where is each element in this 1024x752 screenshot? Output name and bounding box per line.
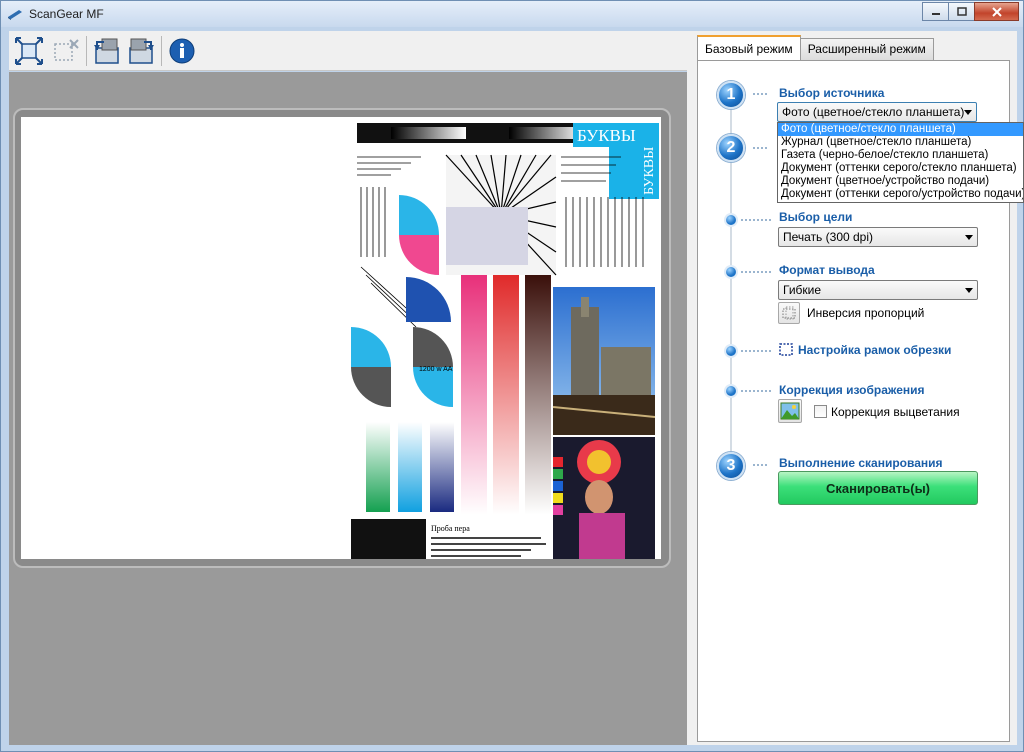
target-select-value: Печать (300 dpi) (783, 230, 874, 244)
correction-dots (741, 390, 771, 392)
source-select[interactable]: Фото (цветное/стекло планшета) (777, 102, 977, 122)
mode-tabs: Базовый режим Расширенный режим (697, 35, 934, 60)
image-correction-button[interactable] (778, 399, 802, 423)
window-title: ScanGear MF (29, 7, 104, 21)
auto-crop-button[interactable] (13, 35, 45, 67)
step-1-dots (753, 93, 767, 95)
invert-aspect-icon (782, 306, 796, 320)
source-select-title: Выбор источника (779, 86, 885, 100)
test-chart-image: БУКВЫ БУКВЫ 1200 w AA Проба пера (351, 117, 661, 559)
minimize-icon (931, 12, 940, 15)
app-window: ScanGear MF БУКВЫ БУКВЫ 1200 w AA Проба … (0, 0, 1024, 752)
crop-frame-icon (779, 343, 793, 356)
invert-aspect-button[interactable] (778, 302, 800, 324)
perform-scan-title: Выполнение сканирования (779, 456, 943, 470)
output-format-select[interactable]: Гибкие (778, 280, 978, 300)
remove-crop-icon (54, 39, 79, 61)
step-2-badge: 2 (717, 134, 745, 162)
info-button[interactable] (166, 35, 198, 67)
scangear-app-icon (8, 10, 22, 20)
step-3-dots (753, 464, 767, 466)
source-select-value: Фото (цветное/стекло планшета) (782, 105, 965, 119)
toolbar-separator (161, 36, 162, 66)
crop-frame-settings-link[interactable]: Настройка рамок обрезки (798, 343, 951, 357)
tab-advanced-mode[interactable]: Расширенный режим (799, 38, 934, 60)
close-button[interactable] (974, 2, 1019, 21)
source-option[interactable]: Документ (оттенки серого/устройство пода… (778, 188, 1023, 201)
target-dots (741, 219, 771, 221)
crop-bullet (726, 346, 736, 356)
output-format-title: Формат вывода (779, 263, 875, 277)
step-3-badge: 3 (717, 452, 745, 480)
chart-label-resolution: 1200 w AA (419, 366, 453, 373)
target-select[interactable]: Печать (300 dpi) (778, 227, 978, 247)
source-option[interactable]: Журнал (цветное/стекло планшета) (778, 136, 1023, 149)
step-2-dots (753, 147, 767, 149)
output-format-value: Гибкие (783, 283, 822, 297)
image-correction-title: Коррекция изображения (779, 383, 925, 397)
rotate-right-icon (129, 38, 154, 64)
chevron-down-icon (965, 288, 973, 293)
output-bullet (726, 267, 736, 277)
step-1-badge: 1 (717, 81, 745, 109)
source-dropdown-list[interactable]: Фото (цветное/стекло планшета) Журнал (ц… (777, 122, 1024, 203)
output-dots (741, 271, 771, 273)
chart-label-pen-test: Проба пера (431, 524, 470, 533)
landscape-image-icon (780, 402, 800, 420)
info-icon (169, 38, 195, 64)
chart-label-bukvy-vertical: БУКВЫ (642, 147, 657, 195)
maximize-icon (956, 7, 967, 16)
preview-toolbar (9, 31, 687, 71)
close-icon (991, 6, 1002, 17)
chevron-down-icon (965, 235, 973, 240)
crop-dots (741, 350, 771, 352)
rotate-right-button[interactable] (125, 35, 157, 67)
maximize-button[interactable] (948, 2, 975, 21)
target-bullet (726, 215, 736, 225)
correction-bullet (726, 386, 736, 396)
window-controls (922, 2, 1019, 21)
auto-crop-icon (15, 37, 43, 65)
source-option[interactable]: Документ (оттенки серого/стекло планшета… (778, 162, 1023, 175)
source-option[interactable]: Документ (цветное/устройство подачи) (778, 175, 1023, 188)
source-option[interactable]: Фото (цветное/стекло планшета) (778, 123, 1023, 136)
scan-button[interactable]: Сканировать(ы) (778, 471, 978, 505)
rotate-left-icon (94, 38, 119, 64)
rotate-left-button[interactable] (91, 35, 123, 67)
remove-crop-button[interactable] (49, 35, 81, 67)
chevron-down-icon (964, 110, 972, 115)
scan-button-label: Сканировать(ы) (825, 480, 931, 496)
fade-correction-checkbox[interactable] (814, 405, 827, 418)
title-bar[interactable]: ScanGear MF (1, 1, 1023, 27)
toolbar-separator (86, 36, 87, 66)
fade-correction-label: Коррекция выцветания (831, 405, 960, 419)
invert-aspect-label: Инверсия пропорций (807, 306, 925, 320)
target-select-title: Выбор цели (779, 210, 853, 224)
minimize-button[interactable] (922, 2, 949, 21)
chart-label-bukvy: БУКВЫ (577, 126, 636, 145)
scanned-image-preview[interactable]: БУКВЫ БУКВЫ 1200 w AA Проба пера (21, 117, 661, 559)
source-option[interactable]: Газета (черно-белое/стекло планшета) (778, 149, 1023, 162)
tab-basic-mode[interactable]: Базовый режим (697, 35, 801, 60)
